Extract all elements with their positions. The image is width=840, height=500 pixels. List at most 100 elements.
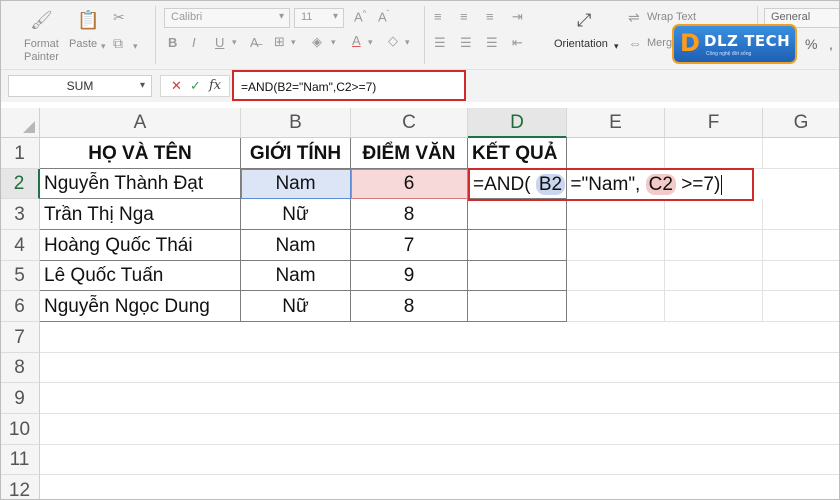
row-header-2[interactable]: 2 [0,169,40,199]
column-header-a[interactable]: A [40,108,241,138]
empty-cell[interactable] [665,199,763,230]
row-header-6[interactable]: 6 [0,291,40,322]
cell-c4[interactable]: 7 [351,230,468,261]
empty-cell[interactable] [665,261,763,291]
paste-label[interactable]: Paste [69,38,97,50]
row-header-5[interactable]: 5 [0,261,40,291]
orientation-icon[interactable]: ⤢ [577,11,591,29]
empty-row[interactable] [40,445,840,475]
header-cell-gender[interactable]: GIỚI TÍNH [241,138,351,169]
paste-icon[interactable]: 📋 [77,11,99,29]
orientation-dropdown-icon[interactable]: ▾ [614,38,619,54]
format-painter-label-2[interactable]: Painter [24,51,59,63]
merge-label[interactable]: Merg [647,37,672,49]
cell-a2[interactable]: Nguyễn Thành Đạt [40,169,241,199]
cell-d6[interactable] [468,291,567,322]
format-painter-icon[interactable]: 🖌 [30,11,53,29]
column-header-c[interactable]: C [351,108,468,138]
cut-icon[interactable]: ✂ [113,9,125,25]
align-bottom-icon[interactable]: ≡ [486,9,494,24]
row-header-10[interactable]: 10 [0,414,40,445]
empty-row[interactable] [40,475,840,500]
cancel-icon[interactable]: ✕ [171,78,182,94]
empty-cell[interactable] [763,230,840,261]
row-header-1[interactable]: 1 [0,138,40,169]
cell-a3[interactable]: Trần Thị Nga [40,199,241,230]
strikethrough-icon[interactable]: A̶ [250,35,259,50]
enter-icon[interactable]: ✓ [190,78,201,94]
wrap-text-icon[interactable]: ⇌ [628,9,640,25]
fill-color-dropdown-icon[interactable]: ▾ [331,37,336,48]
cell-c6[interactable]: 8 [351,291,468,322]
eraser-dropdown-icon[interactable]: ▾ [405,37,410,48]
row-header-3[interactable]: 3 [0,199,40,230]
row-header-4[interactable]: 4 [0,230,40,261]
wrap-text-label[interactable]: Wrap Text [647,11,696,23]
cell-a5[interactable]: Lê Quốc Tuấn [40,261,241,291]
cell-a4[interactable]: Hoàng Quốc Thái [40,230,241,261]
format-painter-label-1[interactable]: Format [24,38,59,50]
empty-cell[interactable] [763,261,840,291]
row-header-7[interactable]: 7 [0,322,40,353]
cell-a6[interactable]: Nguyễn Ngọc Dung [40,291,241,322]
cell-b3[interactable]: Nữ [241,199,351,230]
empty-row[interactable] [40,322,840,353]
column-header-g[interactable]: G [763,108,840,138]
cell-b6[interactable]: Nữ [241,291,351,322]
align-right-icon[interactable]: ☰ [486,35,498,51]
merge-icon[interactable]: ⇔ [628,35,642,51]
empty-cell[interactable] [665,138,763,169]
borders-dropdown-icon[interactable]: ▾ [291,37,296,48]
copy-dropdown-icon[interactable]: ▾ [133,38,138,54]
comma-style-icon[interactable]: , [829,36,833,52]
column-header-e[interactable]: E [567,108,665,138]
header-cell-score[interactable]: ĐIỂM VĂN [351,138,468,169]
empty-row[interactable] [40,353,840,383]
align-left-icon[interactable]: ☰ [434,35,446,51]
font-name-select[interactable]: Calibri ▾ [164,8,290,28]
cell-b5[interactable]: Nam [241,261,351,291]
fill-color-icon[interactable]: ◈ [312,34,322,50]
borders-icon[interactable]: ⊞ [274,34,285,50]
column-header-f[interactable]: F [665,108,763,138]
row-header-9[interactable]: 9 [0,383,40,414]
empty-cell[interactable] [763,138,840,169]
italic-icon[interactable]: I [192,35,196,50]
row-header-8[interactable]: 8 [0,353,40,383]
font-color-icon[interactable]: A [352,33,361,48]
underline-icon[interactable]: U [215,35,224,50]
cell-c5[interactable]: 9 [351,261,468,291]
row-header-11[interactable]: 11 [0,445,40,475]
empty-cell[interactable] [665,291,763,322]
empty-cell[interactable] [567,199,665,230]
eraser-icon[interactable]: ◇ [388,33,398,49]
indent-icon[interactable]: ⇥ [512,9,523,25]
increase-font-icon[interactable]: A^ [354,9,366,24]
decrease-font-icon[interactable]: Aˇ [378,9,389,24]
font-color-dropdown-icon[interactable]: ▾ [368,37,373,48]
cell-d4[interactable] [468,230,567,261]
outdent-icon[interactable]: ⇤ [512,35,523,51]
column-header-b[interactable]: B [241,108,351,138]
copy-icon[interactable]: ⧉ [113,35,123,51]
empty-cell[interactable] [763,291,840,322]
chevron-down-icon[interactable]: ▾ [140,76,145,96]
row-header-12[interactable]: 12 [0,475,40,500]
align-top-icon[interactable]: ≡ [434,9,442,24]
bold-icon[interactable]: B [168,35,177,50]
cell-d2-editor[interactable]: =AND( B2 ="Nam", C2 >=7) [468,168,754,201]
font-size-select[interactable]: 11 ▾ [294,8,344,28]
empty-cell[interactable] [567,291,665,322]
empty-row[interactable] [40,414,840,445]
empty-cell[interactable] [567,261,665,291]
column-header-d[interactable]: D [468,108,567,138]
formula-input[interactable]: =AND(B2="Nam",C2>=7) [232,70,466,101]
orientation-label[interactable]: Orientation [554,38,608,50]
underline-dropdown-icon[interactable]: ▾ [232,37,237,48]
cell-c3[interactable]: 8 [351,199,468,230]
align-center-icon[interactable]: ☰ [460,35,472,51]
align-middle-icon[interactable]: ≡ [460,9,468,24]
cell-b2[interactable]: Nam [241,169,351,199]
empty-cell[interactable] [763,199,840,230]
empty-cell[interactable] [567,230,665,261]
